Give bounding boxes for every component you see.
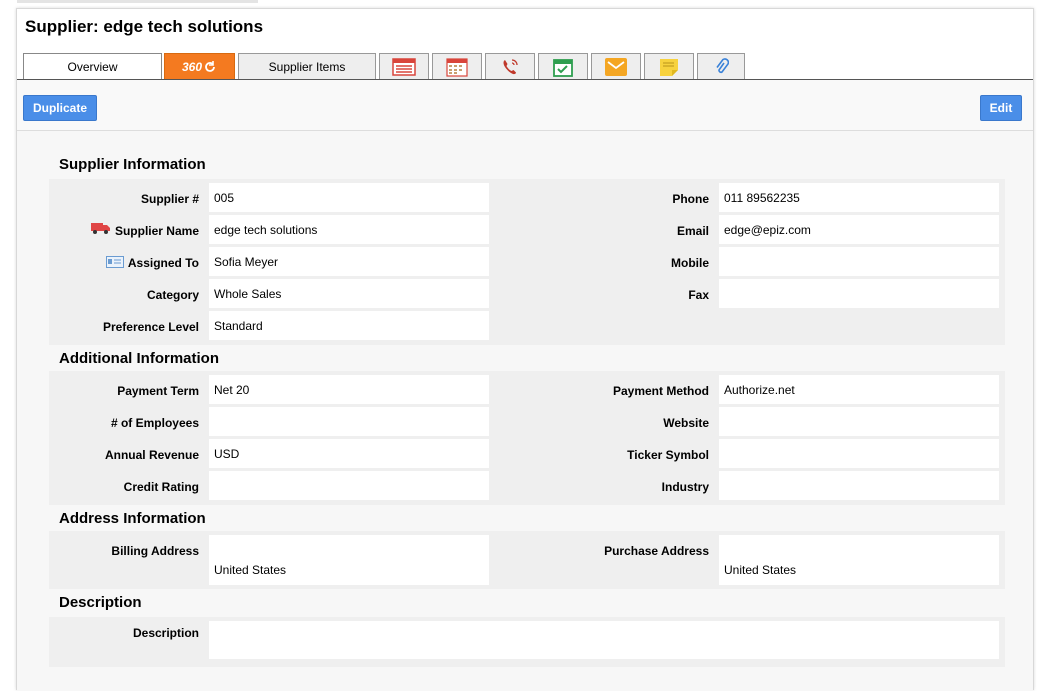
description-value: [209, 621, 999, 659]
description-block: Description: [49, 617, 1005, 667]
assigned-to-label: Assigned To: [127, 256, 199, 270]
phone-value: 011 89562235: [719, 183, 999, 212]
tab-supplier-items-label: Supplier Items: [268, 59, 346, 74]
email-icon: [605, 57, 627, 76]
supplier-no-value: 005: [209, 183, 489, 212]
annual-revenue-label: Annual Revenue: [104, 448, 199, 462]
tab-calls[interactable]: [485, 53, 535, 79]
fax-label: Fax: [688, 288, 709, 302]
tab-attachments[interactable]: [697, 53, 745, 79]
tab-email[interactable]: [591, 53, 641, 79]
payment-method-value: Authorize.net: [719, 375, 999, 404]
payment-term-label: Payment Term: [117, 384, 199, 398]
section-title-description: Description: [59, 594, 142, 611]
detail-body: Supplier Information Supplier # 005 Supp…: [17, 131, 1033, 691]
supplier-name-value: edge tech solutions: [209, 215, 489, 244]
supplier-name-label-row: Supplier Name: [49, 222, 199, 238]
additional-info-block: Payment Term Net 20 # of Employees Annua…: [49, 371, 1005, 505]
industry-value: [719, 471, 999, 500]
contact-card-icon: [105, 256, 124, 269]
duplicate-button[interactable]: Duplicate: [23, 95, 97, 121]
calendar-check-icon: [553, 58, 573, 77]
action-toolbar: Duplicate Edit: [17, 80, 1033, 131]
phone-icon: [503, 58, 518, 74]
ticker-label: Ticker Symbol: [627, 448, 709, 462]
billing-address-value: United States: [209, 535, 489, 585]
supplier-info-block: Supplier # 005 Supplier Name edge tech s…: [49, 179, 1005, 345]
employees-value: [209, 407, 489, 436]
note-icon: [660, 58, 678, 76]
refresh-icon: [205, 60, 215, 72]
preference-value: Standard: [209, 311, 489, 340]
category-label: Category: [146, 288, 199, 302]
tab-360[interactable]: 360: [164, 53, 235, 79]
website-value: [719, 407, 999, 436]
purchase-address-label: Purchase Address: [604, 544, 709, 558]
assigned-to-label-row: Assigned To: [49, 256, 199, 270]
email-label: Email: [676, 224, 709, 238]
phone-label: Phone: [672, 192, 709, 206]
supplier-name-label: Supplier Name: [114, 224, 199, 238]
billing-address-label: Billing Address: [111, 544, 199, 558]
section-title-supplier-info: Supplier Information: [59, 156, 206, 173]
address-info-block: Billing Address United States Purchase A…: [49, 531, 1005, 589]
description-label: Description: [132, 626, 199, 640]
industry-label: Industry: [661, 480, 709, 494]
credit-rating-label: Credit Rating: [123, 480, 199, 494]
page-title: Supplier: edge tech solutions: [25, 17, 264, 36]
payment-term-value: Net 20: [209, 375, 489, 404]
section-title-address-info: Address Information: [59, 510, 206, 527]
email-value: edge@epiz.com: [719, 215, 999, 244]
attachment-icon: [716, 57, 729, 73]
preference-label: Preference Level: [102, 320, 199, 334]
fax-value: [719, 279, 999, 308]
credit-rating-value: [209, 471, 489, 500]
section-title-additional-info: Additional Information: [59, 350, 219, 367]
annual-revenue-value: USD: [209, 439, 489, 468]
mobile-value: [719, 247, 999, 276]
payment-method-label: Payment Method: [612, 384, 709, 398]
website-label: Website: [663, 416, 709, 430]
tab-overview-label: Overview: [67, 60, 118, 74]
truck-icon: [90, 222, 110, 234]
supplier-no-label: Supplier #: [140, 192, 199, 206]
ticker-value: [719, 439, 999, 468]
calendar-grid-icon: [446, 57, 468, 77]
top-strip: [17, 0, 258, 3]
edit-button[interactable]: Edit: [980, 95, 1022, 121]
supplier-panel: Supplier: edge tech solutions Overview 3…: [16, 8, 1034, 691]
tab-notes[interactable]: [644, 53, 694, 79]
tab-supplier-items[interactable]: Supplier Items: [238, 53, 376, 79]
category-value: Whole Sales: [209, 279, 489, 308]
tab-360-label: 360: [181, 59, 203, 74]
tab-list[interactable]: [379, 53, 429, 79]
tab-calendar[interactable]: [432, 53, 482, 79]
mobile-label: Mobile: [671, 256, 709, 270]
tab-tasks[interactable]: [538, 53, 588, 79]
assigned-to-value: Sofia Meyer: [209, 247, 489, 276]
employees-label: # of Employees: [110, 416, 199, 430]
purchase-address-value: United States: [719, 535, 999, 585]
list-icon: [392, 57, 416, 76]
tab-overview[interactable]: Overview: [23, 53, 162, 80]
